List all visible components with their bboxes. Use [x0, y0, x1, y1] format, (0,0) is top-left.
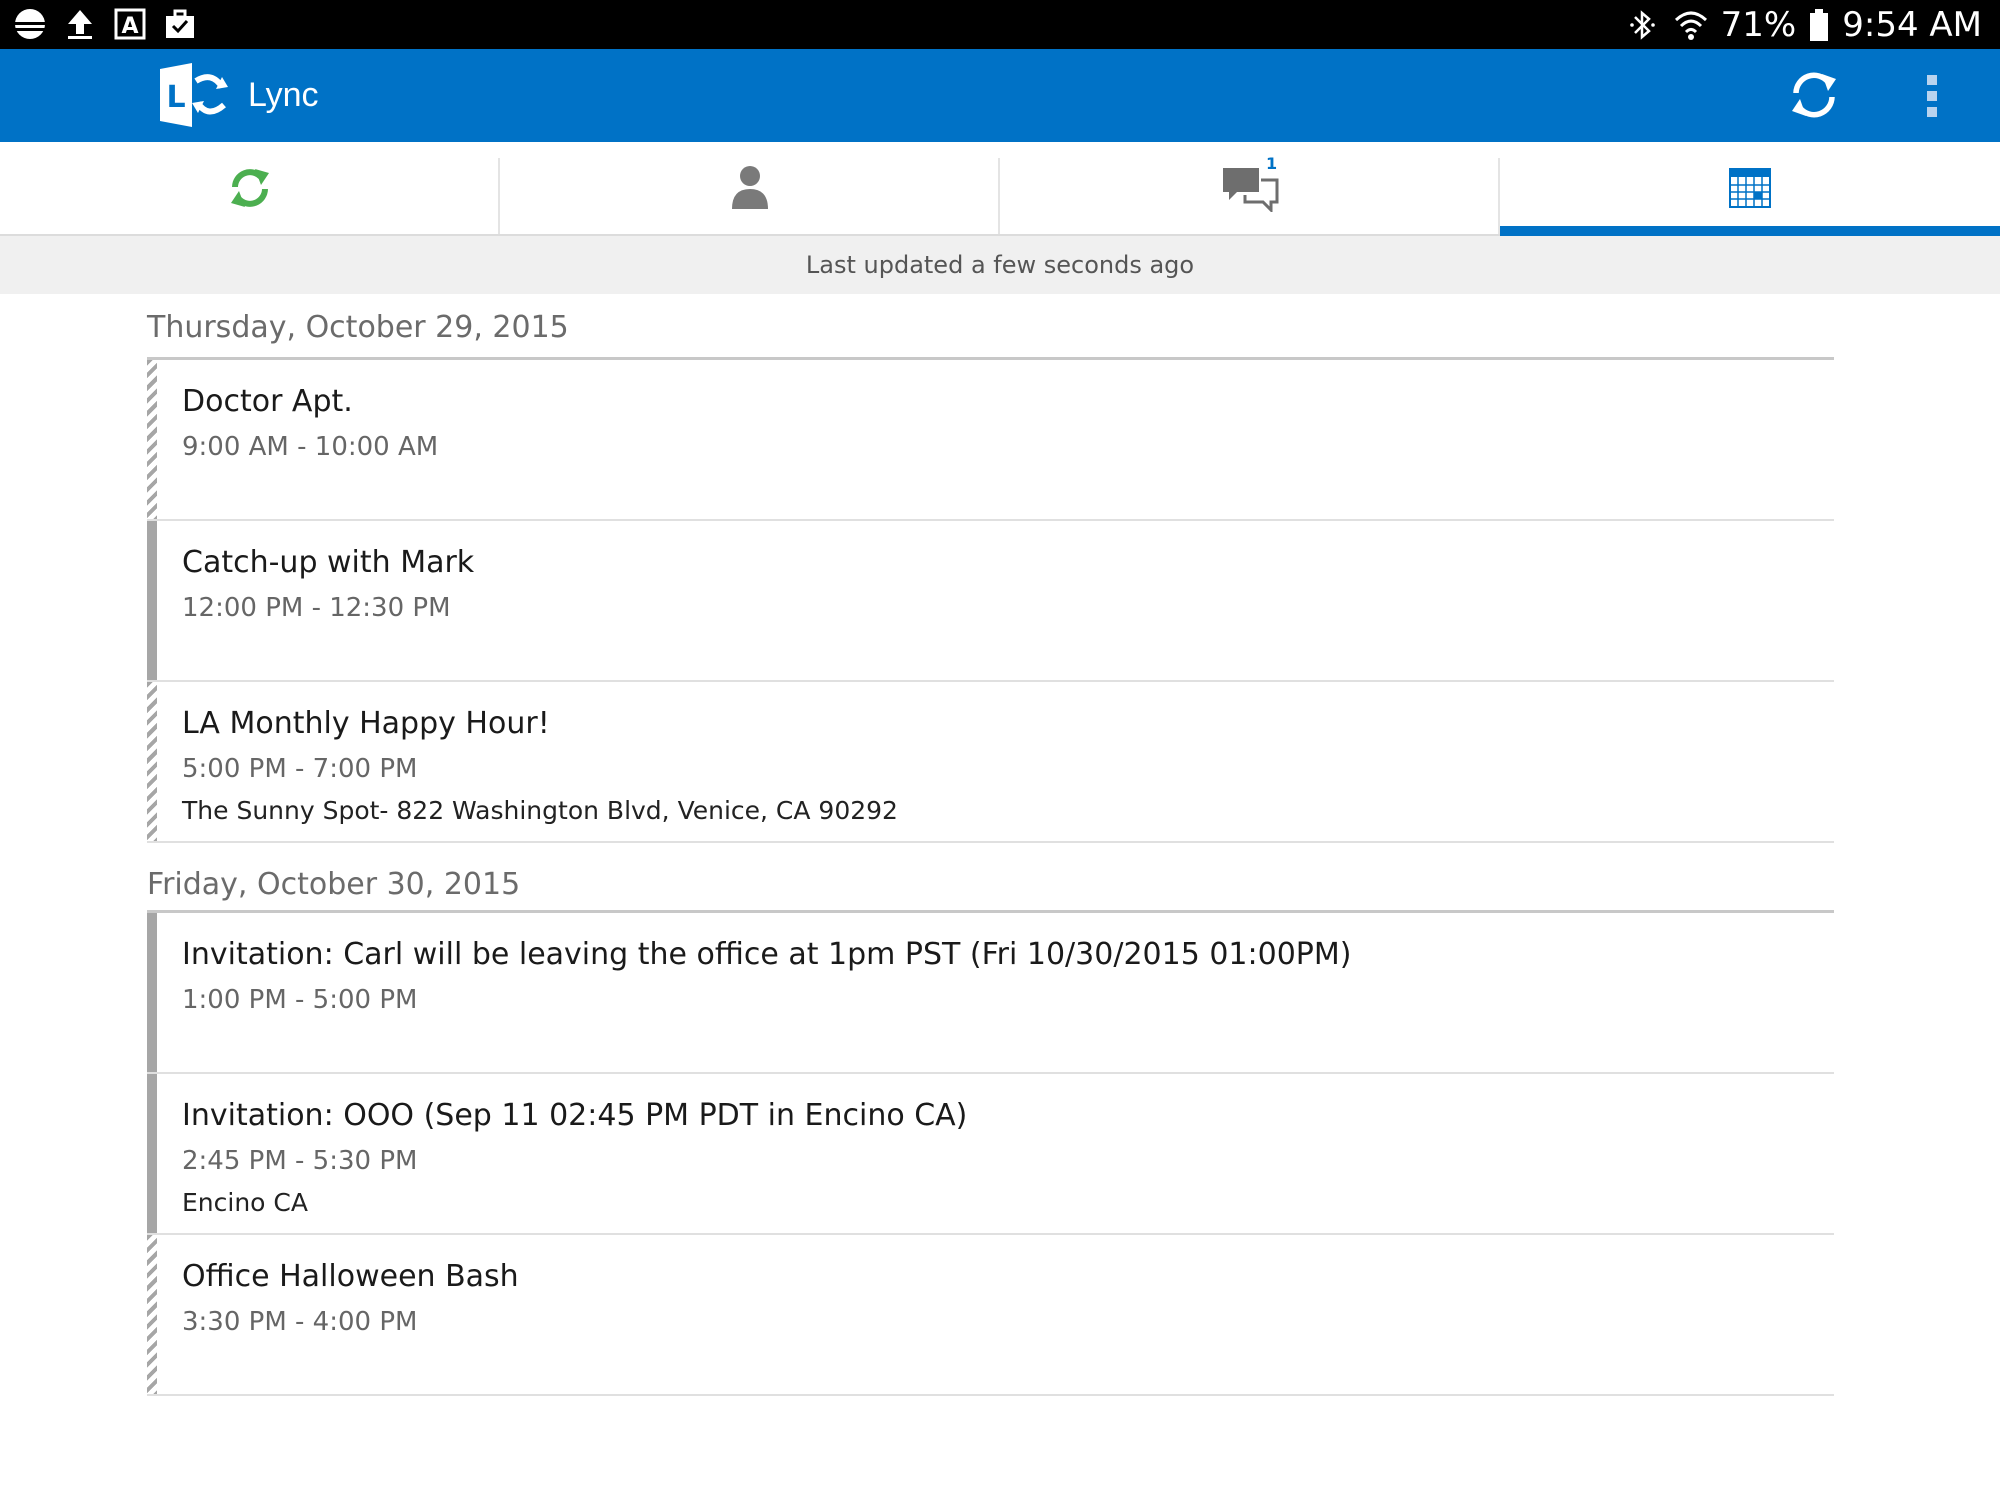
meeting-time: 2:45 PM - 5:30 PM	[182, 1146, 418, 1176]
bluetooth-icon	[1625, 7, 1661, 43]
meeting-title: Doctor Apt.	[182, 384, 353, 419]
meeting-title: Invitation: Carl will be leaving the off…	[182, 937, 1352, 972]
day-header: Thursday, October 29, 2015	[147, 294, 1834, 360]
availability-bar	[147, 1235, 157, 1394]
last-updated-status: Last updated a few seconds ago	[0, 236, 2000, 294]
battery-percent: 71%	[1720, 5, 1797, 45]
clock: 9:54 AM	[1842, 5, 1982, 45]
meeting-location: Encino CA	[182, 1188, 308, 1217]
meeting-item[interactable]: Invitation: Carl will be leaving the off…	[147, 913, 1834, 1074]
availability-bar	[147, 913, 157, 1072]
availability-bar	[147, 1074, 157, 1233]
notification-icons: A	[12, 6, 198, 42]
meeting-item[interactable]: Doctor Apt. 9:00 AM - 10:00 AM	[147, 360, 1834, 521]
text-icon: A	[112, 6, 148, 42]
meeting-time: 5:00 PM - 7:00 PM	[182, 754, 418, 784]
tab-contacts[interactable]	[500, 142, 1000, 234]
overflow-menu-button[interactable]	[1924, 71, 1940, 121]
meeting-time: 1:00 PM - 5:00 PM	[182, 985, 418, 1015]
meetings-list: Thursday, October 29, 2015 Doctor Apt. 9…	[147, 294, 1834, 1396]
lync-logo-icon: L	[156, 61, 230, 129]
tab-activity[interactable]	[0, 142, 500, 234]
meeting-title: Invitation: OOO (Sep 11 02:45 PM PDT in …	[182, 1098, 968, 1133]
more-vertical-icon	[1927, 75, 1937, 117]
svg-text:A: A	[121, 14, 138, 39]
availability-bar	[147, 682, 157, 841]
briefcase-icon	[162, 6, 198, 42]
meeting-title: Catch-up with Mark	[182, 545, 475, 580]
meeting-time: 3:30 PM - 4:00 PM	[182, 1307, 418, 1337]
wifi-icon	[1673, 7, 1709, 43]
meeting-location: The Sunny Spot- 822 Washington Blvd, Ven…	[182, 796, 898, 825]
calendar-icon	[1729, 168, 1771, 208]
meeting-item[interactable]: Invitation: OOO (Sep 11 02:45 PM PDT in …	[147, 1074, 1834, 1235]
tab-conversations[interactable]	[1000, 142, 1500, 234]
availability-bar	[147, 521, 157, 680]
day-header: Friday, October 30, 2015	[147, 843, 1834, 913]
meeting-time: 12:00 PM - 12:30 PM	[182, 593, 451, 623]
selected-tab-indicator	[1500, 226, 2000, 236]
weather-icon	[12, 6, 48, 42]
meeting-item[interactable]: Catch-up with Mark 12:00 PM - 12:30 PM	[147, 521, 1834, 682]
status-bar: A 71% 9:54 AM	[0, 0, 2000, 49]
meeting-time: 9:00 AM - 10:00 AM	[182, 432, 439, 462]
system-status: 71% 9:54 AM	[1625, 4, 1982, 46]
battery-icon	[1808, 7, 1830, 43]
meeting-title: Office Halloween Bash	[182, 1259, 519, 1294]
availability-bar	[147, 360, 157, 519]
meeting-item[interactable]: LA Monthly Happy Hour! 5:00 PM - 7:00 PM…	[147, 682, 1834, 843]
tab-bar: 1	[0, 142, 2000, 236]
unread-badge: 1	[1266, 154, 1278, 173]
sync-icon	[231, 169, 269, 207]
refresh-button[interactable]	[1788, 69, 1840, 121]
tab-meetings[interactable]	[1500, 142, 2000, 234]
meeting-item[interactable]: Office Halloween Bash 3:30 PM - 4:00 PM	[147, 1235, 1834, 1396]
app-title: Lync	[248, 76, 319, 114]
refresh-icon	[1792, 72, 1836, 118]
upload-icon	[62, 6, 98, 42]
svg-text:L: L	[166, 80, 185, 115]
person-icon	[732, 166, 768, 209]
app-header: L Lync	[0, 49, 2000, 142]
meeting-title: LA Monthly Happy Hour!	[182, 706, 550, 741]
